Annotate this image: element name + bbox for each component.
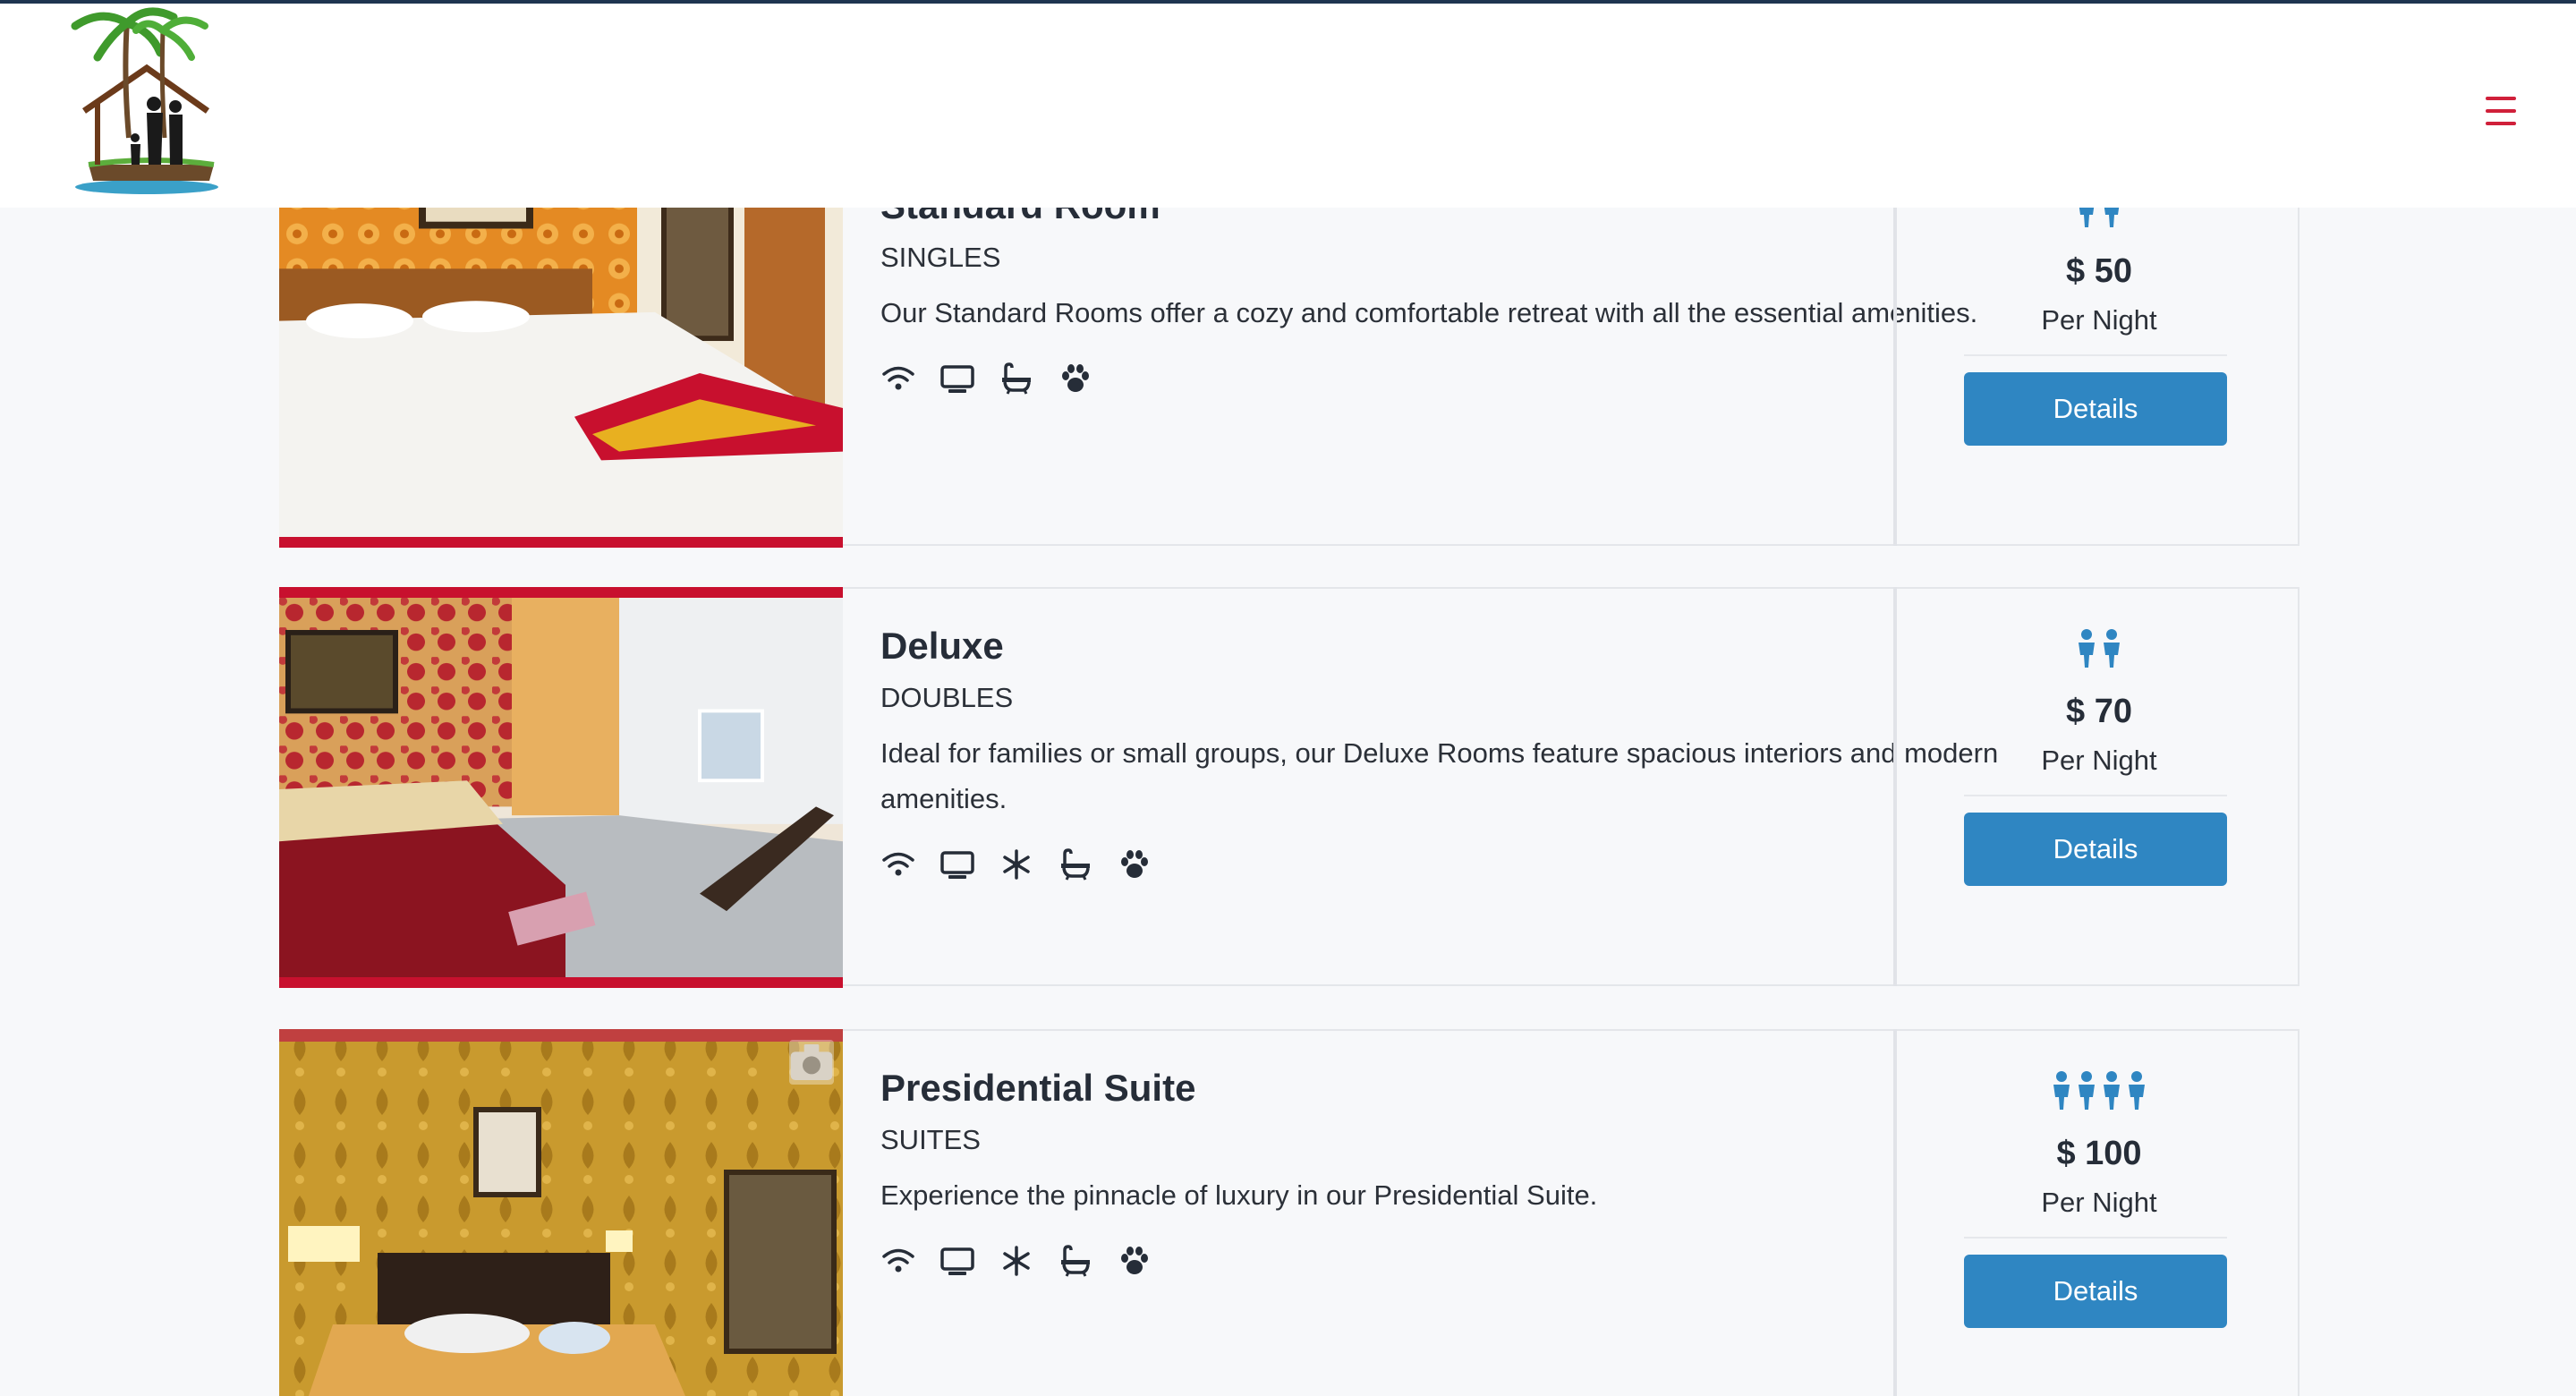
pet-paw-icon [1117, 847, 1152, 882]
person-icon [2104, 629, 2120, 668]
person-icon [2129, 1071, 2145, 1110]
site-header [0, 4, 2576, 208]
price-unit: Per Night [2041, 304, 2157, 336]
person-icon [2053, 1071, 2070, 1110]
price-unit: Per Night [2041, 745, 2157, 776]
divider [1964, 354, 2227, 356]
wifi-icon [880, 361, 916, 396]
pet-paw-icon [1058, 361, 1093, 396]
room-card: Presidential Suite SUITES Experience the… [279, 1029, 2300, 1396]
palm-family-home-logo [71, 7, 218, 194]
guest-capacity [1897, 628, 2301, 671]
snowflake-ac-icon [999, 1243, 1034, 1279]
tv-icon [939, 1243, 975, 1279]
bathtub-icon [999, 361, 1034, 396]
room-price: $ 70 [2066, 693, 2132, 730]
details-button[interactable]: Details [1964, 372, 2227, 446]
divider [1964, 795, 2227, 796]
details-button[interactable]: Details [1964, 813, 2227, 886]
tv-icon [939, 847, 975, 882]
tv-icon [939, 361, 975, 396]
bathtub-icon [1058, 1243, 1093, 1279]
room-list: Standard Room SINGLES Our Standard Rooms… [0, 0, 2576, 1396]
person-icon [2079, 1071, 2095, 1110]
pet-paw-icon [1117, 1243, 1152, 1279]
bathtub-icon [1058, 847, 1093, 882]
hamburger-menu-icon[interactable] [2478, 91, 2523, 131]
details-button[interactable]: Details [1964, 1255, 2227, 1328]
person-icon [2079, 629, 2095, 668]
camera-icon[interactable] [789, 1040, 834, 1085]
price-panel: $ 70 Per Night Details [1893, 587, 2301, 986]
room-card: Deluxe DOUBLES Ideal for families or sma… [279, 587, 2301, 988]
person-icon [2104, 1071, 2120, 1110]
site-logo[interactable] [48, 4, 227, 200]
top-accent-bar [0, 0, 2576, 4]
divider [1964, 1237, 2227, 1239]
price-unit: Per Night [2041, 1187, 2157, 1218]
room-photo[interactable] [279, 1029, 843, 1396]
snowflake-ac-icon [999, 847, 1034, 882]
room-price: $ 100 [2056, 1135, 2142, 1172]
room-price: $ 50 [2066, 252, 2132, 290]
guest-capacity [1897, 1070, 2301, 1113]
price-panel: $ 100 Per Night Details [1893, 1029, 2301, 1396]
wifi-icon [880, 847, 916, 882]
room-photo[interactable] [279, 587, 843, 988]
wifi-icon [880, 1243, 916, 1279]
